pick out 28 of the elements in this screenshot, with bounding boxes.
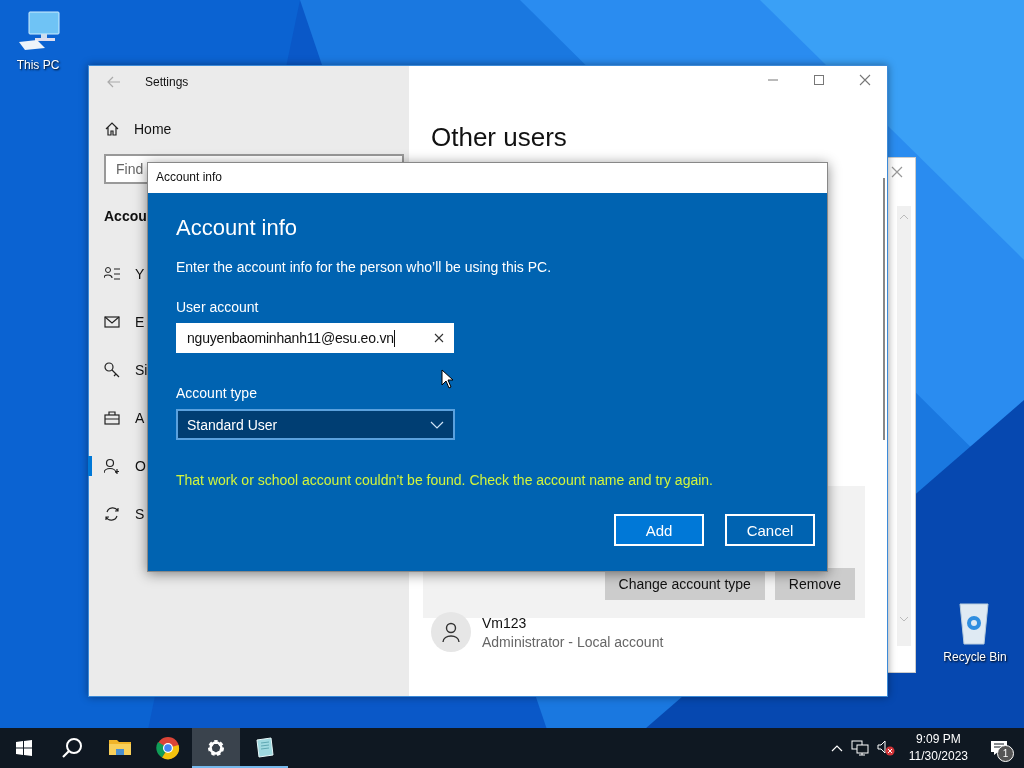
sidebar-item[interactable]: Y bbox=[135, 266, 145, 282]
field-label: Account type bbox=[176, 385, 257, 401]
account-type-dropdown[interactable]: Standard User bbox=[176, 409, 455, 440]
sidebar-item[interactable]: A bbox=[135, 410, 145, 426]
desktop-icon-label[interactable]: This PC bbox=[16, 58, 60, 72]
description-text: Enter the account info for the person who’ll be using this PC. bbox=[176, 259, 552, 275]
page-heading: Other users bbox=[431, 122, 568, 153]
clock[interactable]: 9:09 PM 11/30/2023 bbox=[902, 731, 974, 765]
notification-badge: 1 bbox=[997, 745, 1014, 762]
add-button[interactable]: Add bbox=[614, 514, 704, 546]
sidebar-item[interactable]: S bbox=[135, 506, 145, 522]
field-label: User account bbox=[176, 299, 259, 315]
section-heading: Accou bbox=[104, 208, 148, 224]
error-message: That work or school account couldn’t be found. Check the account name and try again. bbox=[176, 472, 713, 488]
sidebar-item[interactable]: Si bbox=[135, 362, 148, 378]
card-button[interactable]: Remove bbox=[774, 568, 855, 600]
notification-button[interactable]: 1 bbox=[982, 728, 1016, 768]
sidebar-item[interactable]: E bbox=[135, 314, 145, 330]
cancel-button[interactable]: Cancel bbox=[725, 514, 815, 546]
dialog-title: Account info bbox=[148, 163, 827, 193]
user-name[interactable]: Vm123 bbox=[482, 614, 664, 631]
dialog-heading: Account info bbox=[176, 215, 298, 241]
user-account-field[interactable]: nguyenbaominhanh11@esu.eo.vn bbox=[176, 323, 454, 353]
sidebar-item[interactable]: O bbox=[135, 458, 146, 474]
window-title: Settings bbox=[145, 75, 189, 89]
home-link[interactable]: Home bbox=[134, 121, 172, 137]
desktop-icon-label[interactable]: Recycle Bin bbox=[943, 650, 1007, 664]
user-detail: Administrator - Local account bbox=[482, 633, 664, 650]
